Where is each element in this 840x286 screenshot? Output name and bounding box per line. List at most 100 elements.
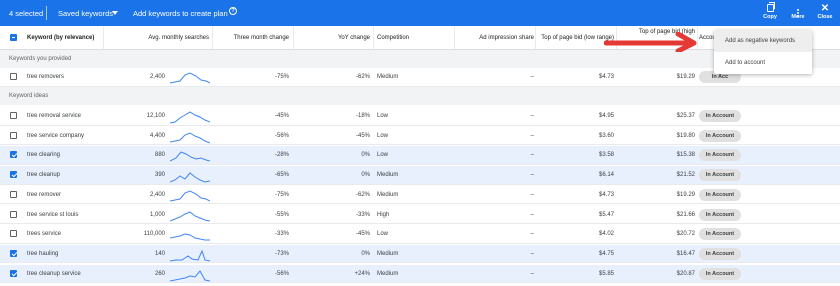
yoy-cell: -18% bbox=[355, 113, 370, 119]
column-yoy[interactable]: YoY change bbox=[338, 35, 370, 41]
trend-sparkline bbox=[170, 172, 210, 183]
trend-sparkline bbox=[170, 72, 210, 84]
column-keyword[interactable]: Keyword (by relevance) bbox=[27, 35, 94, 41]
table-row[interactable]: tree cleanup 390 -65% 0% Medium – $6.14 $21.52 I… bbox=[0, 166, 840, 185]
trend-sparkline bbox=[170, 269, 210, 282]
trend-sparkline bbox=[170, 249, 210, 262]
status-badge[interactable]: In Account bbox=[699, 247, 741, 260]
table-row[interactable]: tree service company 4,400 -56% -45% Low – $3.… bbox=[0, 127, 840, 146]
searches-cell: 140 bbox=[154, 250, 165, 257]
more-button[interactable]: More bbox=[786, 3, 810, 20]
bid-high-cell: $19.29 bbox=[676, 74, 695, 80]
three-month-cell: -73% bbox=[274, 250, 289, 257]
competition-cell: Low bbox=[377, 152, 389, 159]
menu-item-add-to-account[interactable]: Add to account bbox=[714, 52, 812, 74]
three-month-cell: -75% bbox=[274, 74, 289, 80]
add-to-plan-button[interactable]: Add keywords to create plan bbox=[133, 9, 228, 18]
select-all-checkbox[interactable] bbox=[10, 34, 17, 41]
table-row[interactable]: tree removal service 12,100 -45% -18% Low – $4… bbox=[0, 107, 840, 126]
yoy-cell: -45% bbox=[355, 231, 370, 238]
searches-cell: 2,400 bbox=[149, 191, 165, 198]
close-button[interactable]: ✕ Close bbox=[813, 3, 837, 20]
status-badge[interactable]: In Account bbox=[699, 267, 741, 280]
status-badge[interactable]: In Account bbox=[699, 228, 741, 241]
competition-cell: Medium bbox=[377, 74, 399, 80]
row-checkbox[interactable] bbox=[10, 210, 17, 218]
status-badge[interactable]: In Account bbox=[699, 110, 741, 122]
row-checkbox[interactable] bbox=[10, 249, 17, 257]
table-row[interactable]: tree remover 2,400 -75% -62% Medium – $4.73 $19… bbox=[0, 186, 840, 205]
yoy-cell: -62% bbox=[355, 191, 370, 198]
table-row[interactable]: tree clearing 880 -28% 0% Low – $3.58 $15.38 In … bbox=[0, 146, 840, 165]
status-badge[interactable]: In Account bbox=[699, 208, 741, 221]
bid-high-cell: $21.66 bbox=[676, 211, 695, 218]
toolbar-divider bbox=[46, 6, 47, 20]
more-actions-menu: Add as negative keywords Add to account bbox=[714, 30, 812, 74]
ad-share-cell: – bbox=[530, 270, 534, 277]
yoy-cell: 0% bbox=[361, 152, 370, 159]
keyword-cell: tree cleanup bbox=[27, 172, 61, 179]
searches-cell: 1,000 bbox=[149, 211, 165, 218]
bid-low-cell: $4.02 bbox=[598, 231, 614, 238]
three-month-cell: -28% bbox=[274, 152, 289, 159]
section-label: Keywords you provided bbox=[9, 56, 72, 62]
bid-high-cell: $19.29 bbox=[676, 191, 695, 198]
three-month-cell: -55% bbox=[274, 211, 289, 218]
section-label: Keyword ideas bbox=[9, 93, 49, 99]
copy-button[interactable]: Copy bbox=[758, 2, 782, 20]
row-checkbox[interactable] bbox=[10, 131, 17, 139]
bid-low-cell: $5.47 bbox=[598, 211, 614, 218]
ad-share-cell: – bbox=[530, 152, 534, 159]
row-checkbox[interactable] bbox=[10, 269, 17, 277]
column-three-month[interactable]: Three month change bbox=[234, 35, 289, 41]
bid-low-cell: $3.60 bbox=[598, 132, 614, 139]
competition-cell: Medium bbox=[377, 191, 399, 198]
ad-share-cell: – bbox=[530, 132, 534, 139]
row-checkbox[interactable] bbox=[10, 171, 17, 179]
ad-share-cell: – bbox=[530, 211, 534, 218]
bid-high-cell: $21.52 bbox=[676, 172, 695, 179]
status-badge[interactable]: In Account bbox=[699, 188, 741, 201]
bid-high-cell: $19.80 bbox=[676, 132, 695, 139]
searches-cell: 110,000 bbox=[143, 231, 165, 238]
status-badge[interactable]: In Account bbox=[699, 169, 741, 182]
chevron-down-icon[interactable] bbox=[112, 11, 118, 15]
keyword-cell: trees service bbox=[27, 231, 62, 238]
bid-high-cell: $20.87 bbox=[676, 270, 695, 277]
row-checkbox[interactable] bbox=[10, 230, 17, 238]
ad-share-cell: – bbox=[530, 113, 534, 119]
yoy-cell: -33% bbox=[355, 211, 370, 218]
bid-high-cell: $25.37 bbox=[676, 113, 695, 119]
saved-keywords-dropdown[interactable]: Saved keywords bbox=[58, 9, 113, 18]
keyword-cell: tree hauling bbox=[27, 250, 59, 257]
table-row[interactable]: tree cleanup service 260 -56% +24% Medium – $5… bbox=[0, 264, 840, 284]
row-checkbox[interactable] bbox=[10, 151, 17, 159]
status-badge[interactable]: In Account bbox=[699, 129, 741, 142]
competition-cell: Low bbox=[377, 231, 389, 238]
searches-cell: 390 bbox=[154, 172, 165, 179]
row-checkbox[interactable] bbox=[10, 112, 17, 119]
column-competition[interactable]: Competition bbox=[377, 35, 409, 41]
yoy-cell: 0% bbox=[361, 172, 370, 179]
column-searches[interactable]: Avg. monthly searches bbox=[148, 35, 209, 41]
keyword-cell: tree cleanup service bbox=[27, 270, 81, 277]
trend-sparkline bbox=[170, 151, 210, 162]
yoy-cell: -45% bbox=[355, 132, 370, 139]
table-row[interactable]: tree service st louis 1,000 -55% -33% High – $… bbox=[0, 206, 840, 224]
menu-item-add-negative[interactable]: Add as negative keywords bbox=[714, 30, 812, 52]
competition-cell: Low bbox=[377, 132, 389, 139]
table-row[interactable]: trees service 110,000 -33% -45% Low – $4.02 $20… bbox=[0, 225, 840, 244]
row-checkbox[interactable] bbox=[10, 73, 17, 80]
copy-label: Copy bbox=[763, 14, 777, 20]
competition-cell: Low bbox=[377, 113, 389, 119]
help-icon[interactable]: ? bbox=[229, 7, 237, 15]
bid-low-cell: $6.14 bbox=[598, 172, 614, 179]
row-checkbox[interactable] bbox=[10, 190, 17, 198]
column-ad-share[interactable]: Ad impression share bbox=[479, 35, 534, 41]
three-month-cell: -33% bbox=[274, 231, 289, 238]
ad-share-cell: – bbox=[530, 191, 534, 198]
status-badge[interactable]: In Account bbox=[699, 149, 741, 162]
table-row[interactable]: tree hauling 140 -73% 0% Medium – $4.75 $16.47 I… bbox=[0, 244, 840, 264]
ad-share-cell: – bbox=[530, 172, 534, 179]
trend-sparkline bbox=[170, 111, 210, 124]
